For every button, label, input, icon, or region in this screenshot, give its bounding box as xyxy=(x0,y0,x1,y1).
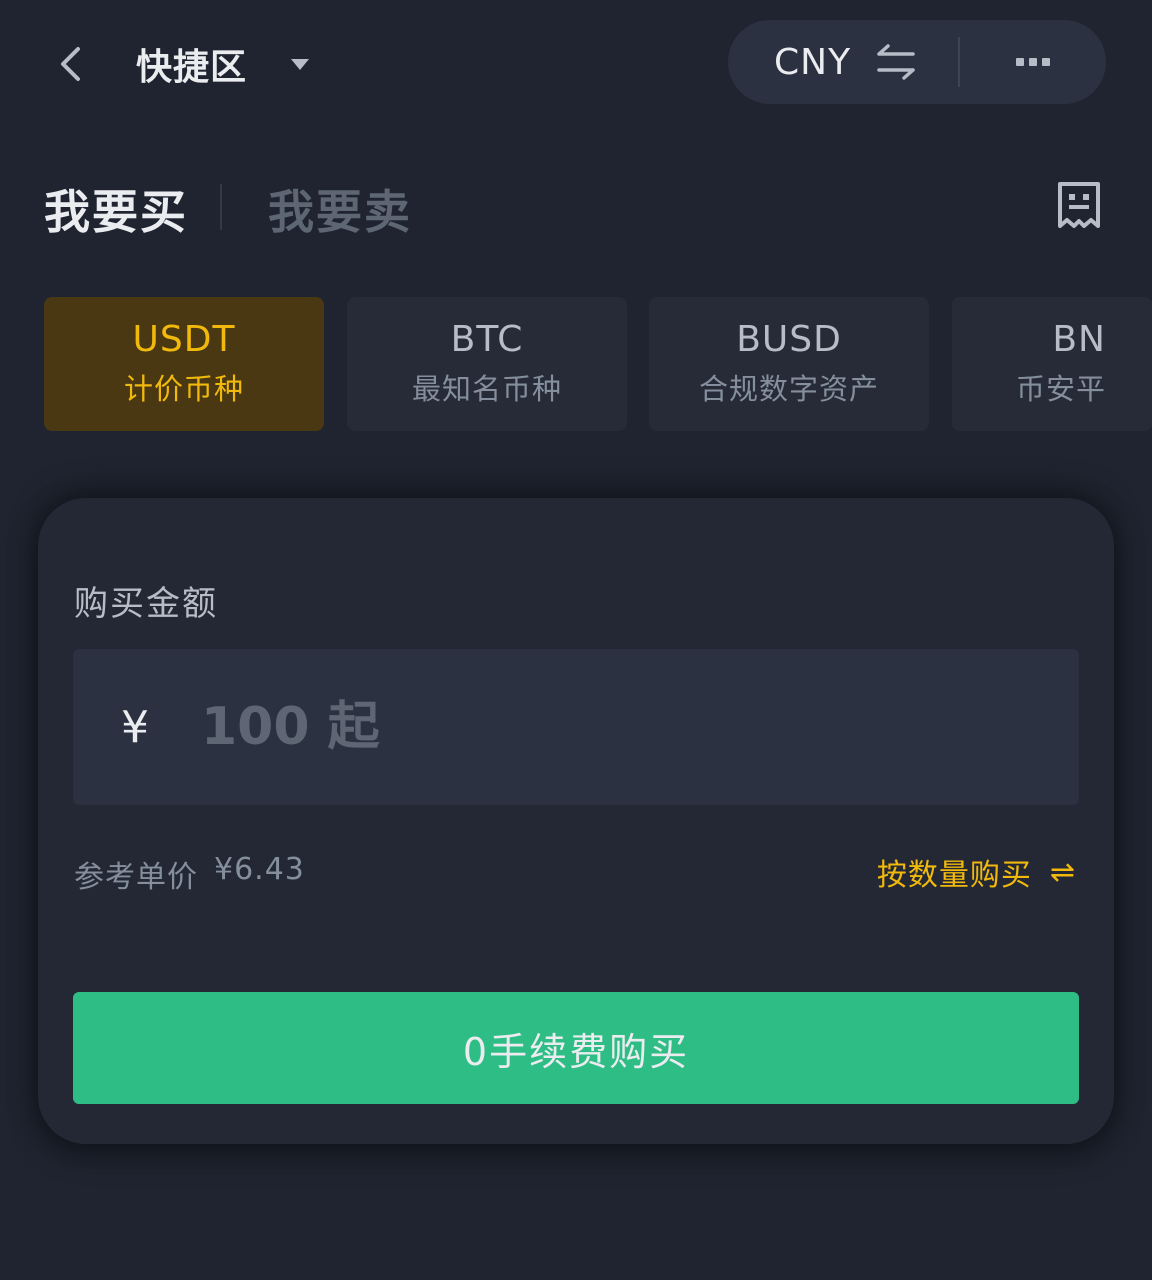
caret-down-icon xyxy=(291,58,310,70)
section-selector[interactable]: 快捷区 xyxy=(136,38,310,90)
receipt-icon xyxy=(1058,182,1100,228)
swap-arrows-icon xyxy=(877,44,915,80)
coin-name: BUSD xyxy=(736,319,842,360)
coin-description: 计价币种 xyxy=(123,372,244,406)
coin-selector: USDT 计价币种 BTC 最知名币种 BUSD 合规数字资产 BN 币安平 xyxy=(44,297,1152,433)
coin-card-btc[interactable]: BTC 最知名币种 xyxy=(347,297,627,431)
currency-symbol: ¥ xyxy=(121,701,149,753)
amount-label: 购买金额 xyxy=(74,584,218,624)
tab-divider xyxy=(220,184,222,230)
coin-card-usdt[interactable]: USDT 计价币种 xyxy=(44,297,324,431)
buy-button[interactable]: 0手续费购买 xyxy=(73,992,1079,1104)
buy-form-card: 购买金额 ¥ 参考单价 ¥6.43 按数量购买 ⇌ 0手续费购买 xyxy=(38,498,1114,1144)
coin-name: BTC xyxy=(450,319,524,360)
reference-price: 参考单价 ¥6.43 xyxy=(74,852,305,896)
coin-name: USDT xyxy=(132,319,236,360)
top-actions-pill: CNY xyxy=(728,20,1106,104)
coin-description: 币安平 xyxy=(1015,372,1106,406)
tab-buy[interactable]: 我要买 xyxy=(44,176,188,242)
tab-sell[interactable]: 我要卖 xyxy=(268,176,412,242)
more-dots-icon xyxy=(1016,58,1050,66)
more-button[interactable] xyxy=(960,20,1106,104)
coin-name: BN xyxy=(1052,319,1106,360)
buy-by-quantity-label: 按数量购买 xyxy=(876,858,1032,893)
swap-arrows-icon: ⇌ xyxy=(1049,854,1076,890)
page-title: 快捷区 xyxy=(136,47,248,88)
buy-by-quantity-link[interactable]: 按数量购买 ⇌ xyxy=(877,850,1076,894)
amount-input[interactable] xyxy=(201,697,1021,757)
coin-description: 最知名币种 xyxy=(411,372,562,406)
coin-card-busd[interactable]: BUSD 合规数字资产 xyxy=(649,297,929,431)
fiat-currency-switch[interactable]: CNY xyxy=(728,20,958,104)
quick-trade-page: 快捷区 CNY 我要买 我要卖 USDT 计价币种 BTC 最知名币种 BUSD… xyxy=(0,0,1152,1280)
coin-description: 合规数字资产 xyxy=(698,372,879,406)
back-button[interactable] xyxy=(48,40,92,88)
reference-price-label: 参考单价 xyxy=(74,860,198,895)
fiat-currency-label: CNY xyxy=(774,41,852,83)
coin-card-bnb[interactable]: BN 币安平 xyxy=(952,297,1152,431)
reference-price-value: ¥6.43 xyxy=(214,852,305,887)
orders-button[interactable] xyxy=(1056,180,1102,230)
chevron-left-icon xyxy=(61,47,80,81)
amount-field[interactable]: ¥ xyxy=(73,649,1079,805)
